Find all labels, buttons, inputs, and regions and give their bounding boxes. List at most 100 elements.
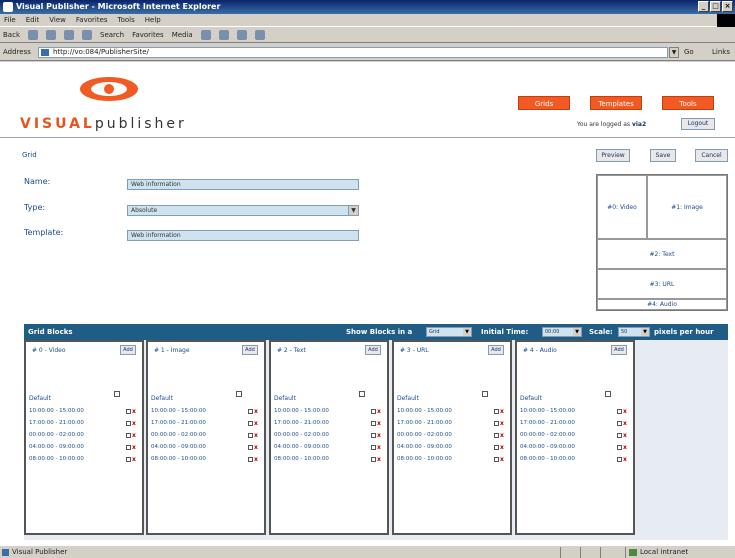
layout-cell-url[interactable]: #3: URL	[597, 269, 727, 299]
row-checkbox[interactable]	[126, 409, 131, 414]
cancel-button[interactable]: Cancel	[695, 149, 728, 162]
add-button[interactable]: Add	[242, 345, 258, 355]
add-button[interactable]: Add	[611, 345, 627, 355]
chevron-down-icon[interactable]: ▼	[669, 47, 679, 58]
minimize-icon[interactable]: _	[698, 1, 709, 12]
delete-icon[interactable]: x	[254, 443, 258, 452]
delete-icon[interactable]: x	[377, 431, 381, 440]
media-button[interactable]: Media	[172, 27, 193, 42]
default-checkbox[interactable]	[605, 391, 611, 397]
delete-icon[interactable]: x	[623, 419, 627, 428]
delete-icon[interactable]: x	[377, 455, 381, 464]
address-input[interactable]: http://vo:084/PublisherSite/	[38, 47, 668, 58]
delete-icon[interactable]: x	[132, 407, 136, 416]
add-button[interactable]: Add	[365, 345, 381, 355]
delete-icon[interactable]: x	[500, 419, 504, 428]
menu-file[interactable]: File	[4, 14, 16, 26]
add-button[interactable]: Add	[488, 345, 504, 355]
delete-icon[interactable]: x	[500, 443, 504, 452]
default-checkbox[interactable]	[359, 391, 365, 397]
delete-icon[interactable]: x	[254, 407, 258, 416]
layout-cell-image[interactable]: #1: Image	[647, 175, 727, 239]
delete-icon[interactable]: x	[254, 419, 258, 428]
menu-view[interactable]: View	[49, 14, 66, 26]
row-checkbox[interactable]	[371, 421, 376, 426]
menu-edit[interactable]: Edit	[26, 14, 40, 26]
add-button[interactable]: Add	[120, 345, 136, 355]
layout-cell-video[interactable]: #0: Video	[597, 175, 647, 239]
maximize-icon[interactable]: □	[710, 1, 721, 12]
scale-select[interactable]: 50 ▼	[618, 327, 650, 337]
row-checkbox[interactable]	[248, 421, 253, 426]
delete-icon[interactable]: x	[623, 443, 627, 452]
mail-icon[interactable]	[218, 30, 229, 40]
delete-icon[interactable]: x	[254, 431, 258, 440]
search-button[interactable]: Search	[100, 27, 124, 42]
initial-time-select[interactable]: 00:00 ▼	[542, 327, 582, 337]
name-field[interactable]: Web information	[127, 179, 359, 190]
logout-button[interactable]: Logout	[681, 118, 715, 130]
row-checkbox[interactable]	[617, 457, 622, 462]
history-icon[interactable]	[200, 30, 211, 40]
row-checkbox[interactable]	[617, 433, 622, 438]
delete-icon[interactable]: x	[254, 455, 258, 464]
nav-tools[interactable]: Tools	[662, 96, 714, 110]
row-checkbox[interactable]	[126, 421, 131, 426]
layout-cell-text[interactable]: #2: Text	[597, 239, 727, 269]
row-checkbox[interactable]	[126, 457, 131, 462]
row-checkbox[interactable]	[494, 457, 499, 462]
home-icon[interactable]	[82, 30, 92, 40]
delete-icon[interactable]: x	[377, 443, 381, 452]
delete-icon[interactable]: x	[623, 407, 627, 416]
type-select[interactable]: Absolute ▼	[127, 205, 359, 216]
breadcrumb[interactable]: Grid	[22, 151, 37, 159]
menu-tools[interactable]: Tools	[118, 14, 135, 26]
row-checkbox[interactable]	[126, 433, 131, 438]
nav-templates[interactable]: Templates	[590, 96, 642, 110]
save-button[interactable]: Save	[650, 149, 676, 162]
row-checkbox[interactable]	[126, 445, 131, 450]
delete-icon[interactable]: x	[132, 431, 136, 440]
nav-grids[interactable]: Grids	[518, 96, 570, 110]
row-checkbox[interactable]	[371, 445, 376, 450]
row-checkbox[interactable]	[248, 457, 253, 462]
row-checkbox[interactable]	[494, 433, 499, 438]
row-checkbox[interactable]	[617, 421, 622, 426]
row-checkbox[interactable]	[617, 445, 622, 450]
go-button[interactable]: Go	[684, 44, 694, 61]
row-checkbox[interactable]	[371, 457, 376, 462]
delete-icon[interactable]: x	[377, 419, 381, 428]
row-checkbox[interactable]	[371, 409, 376, 414]
close-icon[interactable]: ×	[722, 1, 733, 12]
row-checkbox[interactable]	[371, 433, 376, 438]
stop-icon[interactable]	[46, 30, 56, 40]
row-checkbox[interactable]	[248, 433, 253, 438]
template-field[interactable]: Web information	[127, 230, 359, 241]
show-blocks-select[interactable]: Grid ▼	[426, 327, 472, 337]
delete-icon[interactable]: x	[500, 407, 504, 416]
print-icon[interactable]	[236, 30, 247, 40]
row-checkbox[interactable]	[494, 421, 499, 426]
forward-icon[interactable]	[28, 30, 38, 40]
edit-icon[interactable]	[254, 30, 265, 40]
row-checkbox[interactable]	[494, 409, 499, 414]
delete-icon[interactable]: x	[623, 455, 627, 464]
delete-icon[interactable]: x	[500, 431, 504, 440]
layout-cell-audio[interactable]: #4: Audio	[597, 299, 727, 310]
default-checkbox[interactable]	[482, 391, 488, 397]
preview-button[interactable]: Preview	[596, 149, 630, 162]
delete-icon[interactable]: x	[132, 443, 136, 452]
default-checkbox[interactable]	[236, 391, 242, 397]
delete-icon[interactable]: x	[377, 407, 381, 416]
links-button[interactable]: Links	[712, 44, 730, 61]
row-checkbox[interactable]	[248, 409, 253, 414]
row-checkbox[interactable]	[248, 445, 253, 450]
delete-icon[interactable]: x	[132, 419, 136, 428]
row-checkbox[interactable]	[494, 445, 499, 450]
refresh-icon[interactable]	[64, 30, 74, 40]
row-checkbox[interactable]	[617, 409, 622, 414]
delete-icon[interactable]: x	[623, 431, 627, 440]
favorites-button[interactable]: Favorites	[132, 27, 164, 42]
menu-favorites[interactable]: Favorites	[76, 14, 108, 26]
delete-icon[interactable]: x	[500, 455, 504, 464]
